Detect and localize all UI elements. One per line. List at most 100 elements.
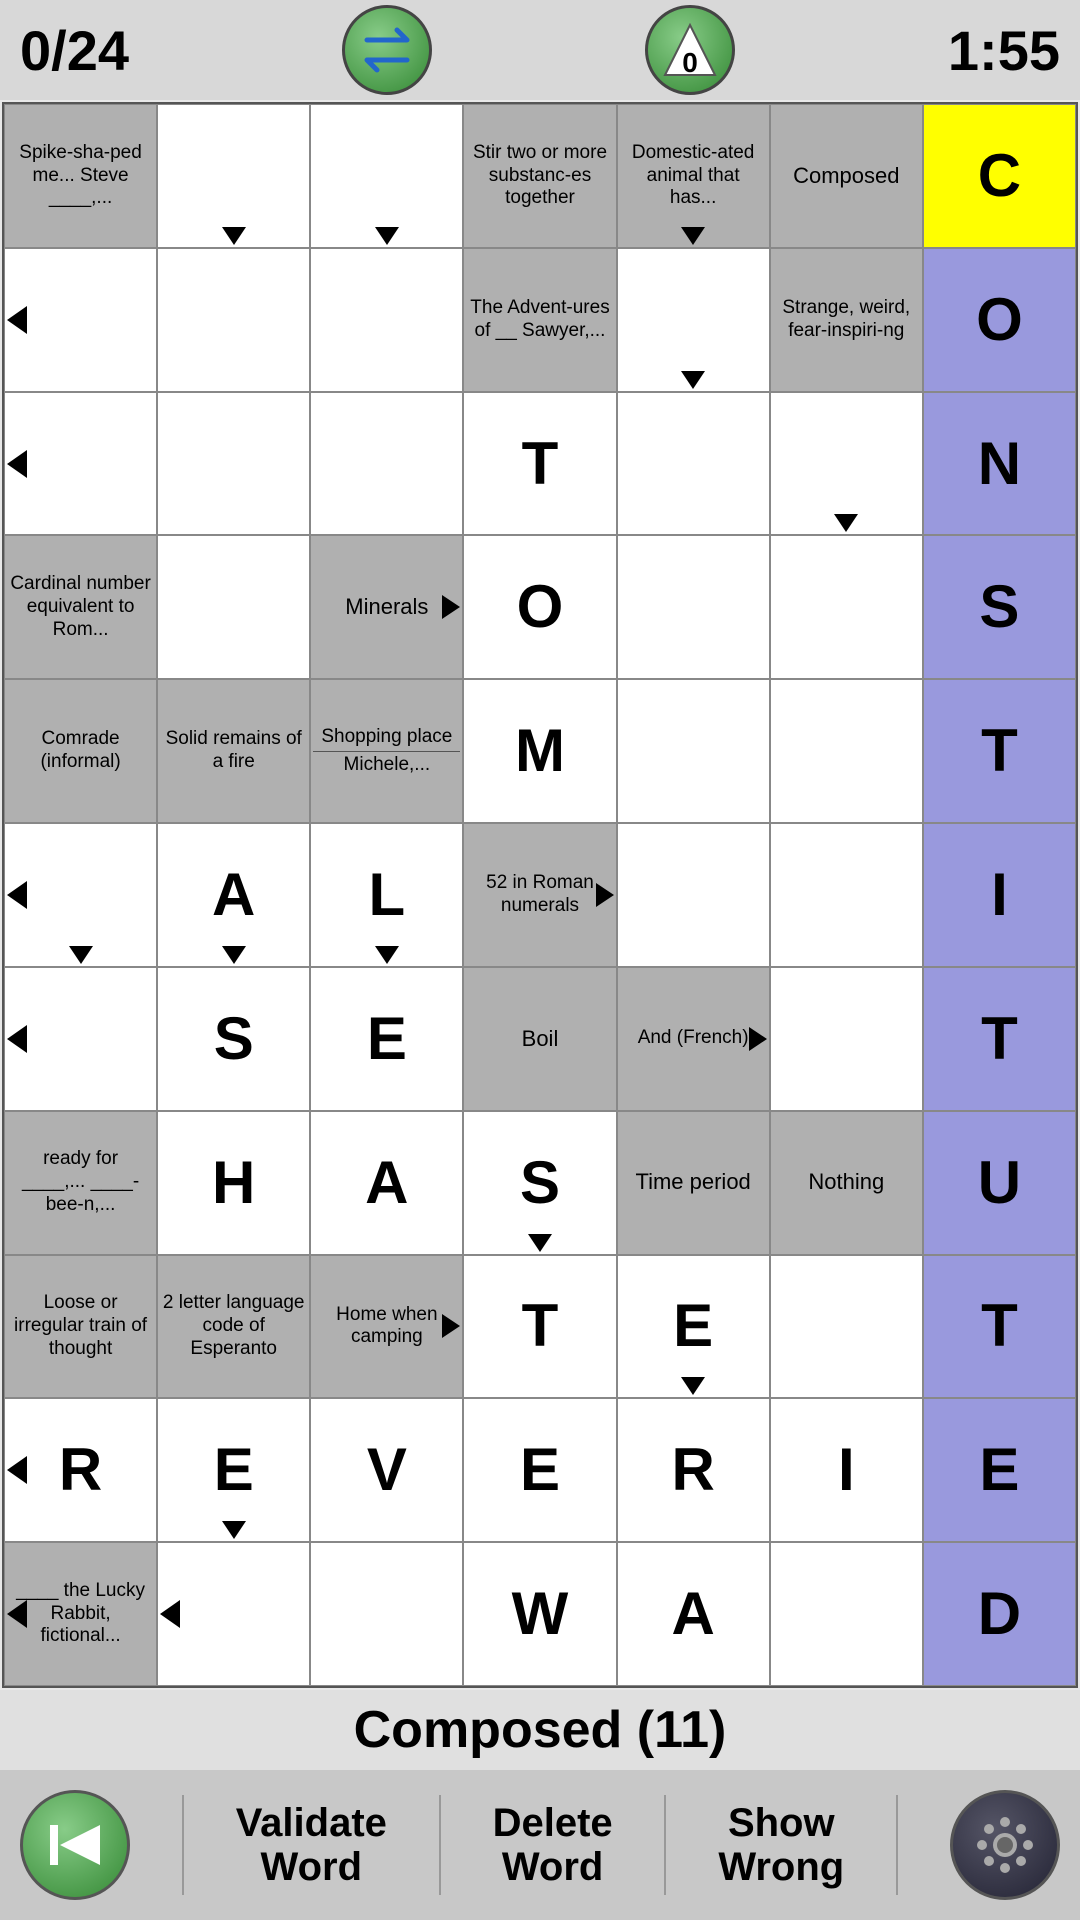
cell-r2c1[interactable] — [4, 248, 157, 392]
cell-r2c3[interactable] — [310, 248, 463, 392]
cell-r6c7[interactable]: I — [923, 823, 1076, 967]
cell-r11c3[interactable] — [310, 1542, 463, 1686]
cell-r9c1[interactable]: Loose or irregular train of thought — [4, 1255, 157, 1399]
cell-r10c1[interactable]: R — [4, 1398, 157, 1542]
cell-r1c6[interactable]: Composed — [770, 104, 923, 248]
cell-r5c7[interactable]: T — [923, 679, 1076, 823]
cell-r8c1[interactable]: ready for ____,... ____-bee-n,... — [4, 1111, 157, 1255]
cell-r8c2[interactable]: H — [157, 1111, 310, 1255]
cell-r7c7[interactable]: T — [923, 967, 1076, 1111]
cell-r4c7[interactable]: S — [923, 535, 1076, 679]
cell-r9c4[interactable]: T — [463, 1255, 616, 1399]
arrow-down-r6c2 — [222, 946, 246, 964]
cell-r10c4[interactable]: E — [463, 1398, 616, 1542]
arrow-left-r10c1 — [7, 1456, 27, 1484]
cell-r1c4[interactable]: Stir two or more substanc-es together — [463, 104, 616, 248]
cell-r11c5[interactable]: A — [617, 1542, 770, 1686]
cell-r6c6[interactable] — [770, 823, 923, 967]
cell-r8c3[interactable]: A — [310, 1111, 463, 1255]
cell-r1c3[interactable] — [310, 104, 463, 248]
cell-r7c2[interactable]: S — [157, 967, 310, 1111]
arrow-left-r7c1 — [7, 1025, 27, 1053]
arrow-down-r6c1 — [69, 946, 93, 964]
cell-r10c5[interactable]: R — [617, 1398, 770, 1542]
cell-r5c4[interactable]: M — [463, 679, 616, 823]
cell-r10c2[interactable]: E — [157, 1398, 310, 1542]
cell-r4c2[interactable] — [157, 535, 310, 679]
cell-r6c4[interactable]: 52 in Roman numerals — [463, 823, 616, 967]
cell-r2c2[interactable] — [157, 248, 310, 392]
cell-r10c3[interactable]: V — [310, 1398, 463, 1542]
arrow-down-r8c4 — [528, 1234, 552, 1252]
count-button[interactable]: 0 — [645, 5, 735, 95]
show-wrong-button[interactable]: ShowWrong — [718, 1801, 844, 1889]
cell-r6c2[interactable]: A — [157, 823, 310, 967]
cell-r6c3[interactable]: L — [310, 823, 463, 967]
cell-r4c1[interactable]: Cardinal number equivalent to Rom... — [4, 535, 157, 679]
validate-word-button[interactable]: ValidateWord — [236, 1801, 387, 1889]
cell-r9c7[interactable]: T — [923, 1255, 1076, 1399]
cell-r4c3[interactable]: Minerals — [310, 535, 463, 679]
arrow-down-r1c2 — [222, 227, 246, 245]
cell-r1c1[interactable]: Spike-sha-ped me... Steve ____,... — [4, 104, 157, 248]
cell-r2c5[interactable] — [617, 248, 770, 392]
cell-r5c5[interactable] — [617, 679, 770, 823]
cell-r7c3[interactable]: E — [310, 967, 463, 1111]
divider-3 — [664, 1795, 666, 1895]
cell-r5c2[interactable]: Solid remains of a fire — [157, 679, 310, 823]
cell-r10c6[interactable]: I — [770, 1398, 923, 1542]
cell-r7c5[interactable]: And (French) — [617, 967, 770, 1111]
cell-r3c2[interactable] — [157, 392, 310, 536]
cell-r3c6[interactable] — [770, 392, 923, 536]
cell-r9c5[interactable]: E — [617, 1255, 770, 1399]
score-display: 0/24 — [20, 18, 129, 83]
cell-r3c4[interactable]: T — [463, 392, 616, 536]
cell-r8c7[interactable]: U — [923, 1111, 1076, 1255]
cell-r1c7[interactable]: C — [923, 104, 1076, 248]
cell-r10c7[interactable]: E — [923, 1398, 1076, 1542]
cell-r6c1[interactable] — [4, 823, 157, 967]
delete-word-button[interactable]: DeleteWord — [493, 1801, 613, 1889]
arrow-down-r6c3 — [375, 946, 399, 964]
cell-r4c4[interactable]: O — [463, 535, 616, 679]
validate-word-label: ValidateWord — [236, 1801, 387, 1889]
arrow-right-r9c3 — [442, 1314, 460, 1338]
cell-r9c3[interactable]: Home when camping — [310, 1255, 463, 1399]
cell-r11c4[interactable]: W — [463, 1542, 616, 1686]
cell-r5c6[interactable] — [770, 679, 923, 823]
cell-r11c2[interactable] — [157, 1542, 310, 1686]
cell-r11c6[interactable] — [770, 1542, 923, 1686]
swap-button[interactable] — [342, 5, 432, 95]
cell-r3c1[interactable] — [4, 392, 157, 536]
cell-r2c7[interactable]: O — [923, 248, 1076, 392]
cell-r7c4[interactable]: Boil — [463, 967, 616, 1111]
cell-r3c7[interactable]: N — [923, 392, 1076, 536]
cell-r8c4[interactable]: S — [463, 1111, 616, 1255]
cell-r5c3[interactable]: Shopping place Michele,... — [310, 679, 463, 823]
arrow-down-r2c5 — [681, 371, 705, 389]
cell-r7c6[interactable] — [770, 967, 923, 1111]
cell-r8c6[interactable]: Nothing — [770, 1111, 923, 1255]
arrow-down-r1c3 — [375, 227, 399, 245]
cell-r5c1[interactable]: Comrade (informal) — [4, 679, 157, 823]
cell-r6c5[interactable] — [617, 823, 770, 967]
arrow-right-r4c3 — [442, 595, 460, 619]
cell-r4c6[interactable] — [770, 535, 923, 679]
cell-r3c5[interactable] — [617, 392, 770, 536]
arrow-down-r10c2 — [222, 1521, 246, 1539]
cell-r4c5[interactable] — [617, 535, 770, 679]
back-button[interactable] — [20, 1790, 130, 1900]
settings-button[interactable] — [950, 1790, 1060, 1900]
cell-r2c4[interactable]: The Advent-ures of __ Sawyer,... — [463, 248, 616, 392]
arrow-left-r3c1 — [7, 450, 27, 478]
cell-r1c2[interactable] — [157, 104, 310, 248]
cell-r3c3[interactable] — [310, 392, 463, 536]
cell-r11c1[interactable]: ____ the Lucky Rabbit, fictional... — [4, 1542, 157, 1686]
cell-r9c2[interactable]: 2 letter language code of Esperanto — [157, 1255, 310, 1399]
cell-r8c5[interactable]: Time period — [617, 1111, 770, 1255]
cell-r7c1[interactable] — [4, 967, 157, 1111]
cell-r1c5[interactable]: Domestic-ated animal that has... — [617, 104, 770, 248]
cell-r9c6[interactable] — [770, 1255, 923, 1399]
cell-r11c7[interactable]: D — [923, 1542, 1076, 1686]
cell-r2c6[interactable]: Strange, weird, fear-inspiri-ng — [770, 248, 923, 392]
